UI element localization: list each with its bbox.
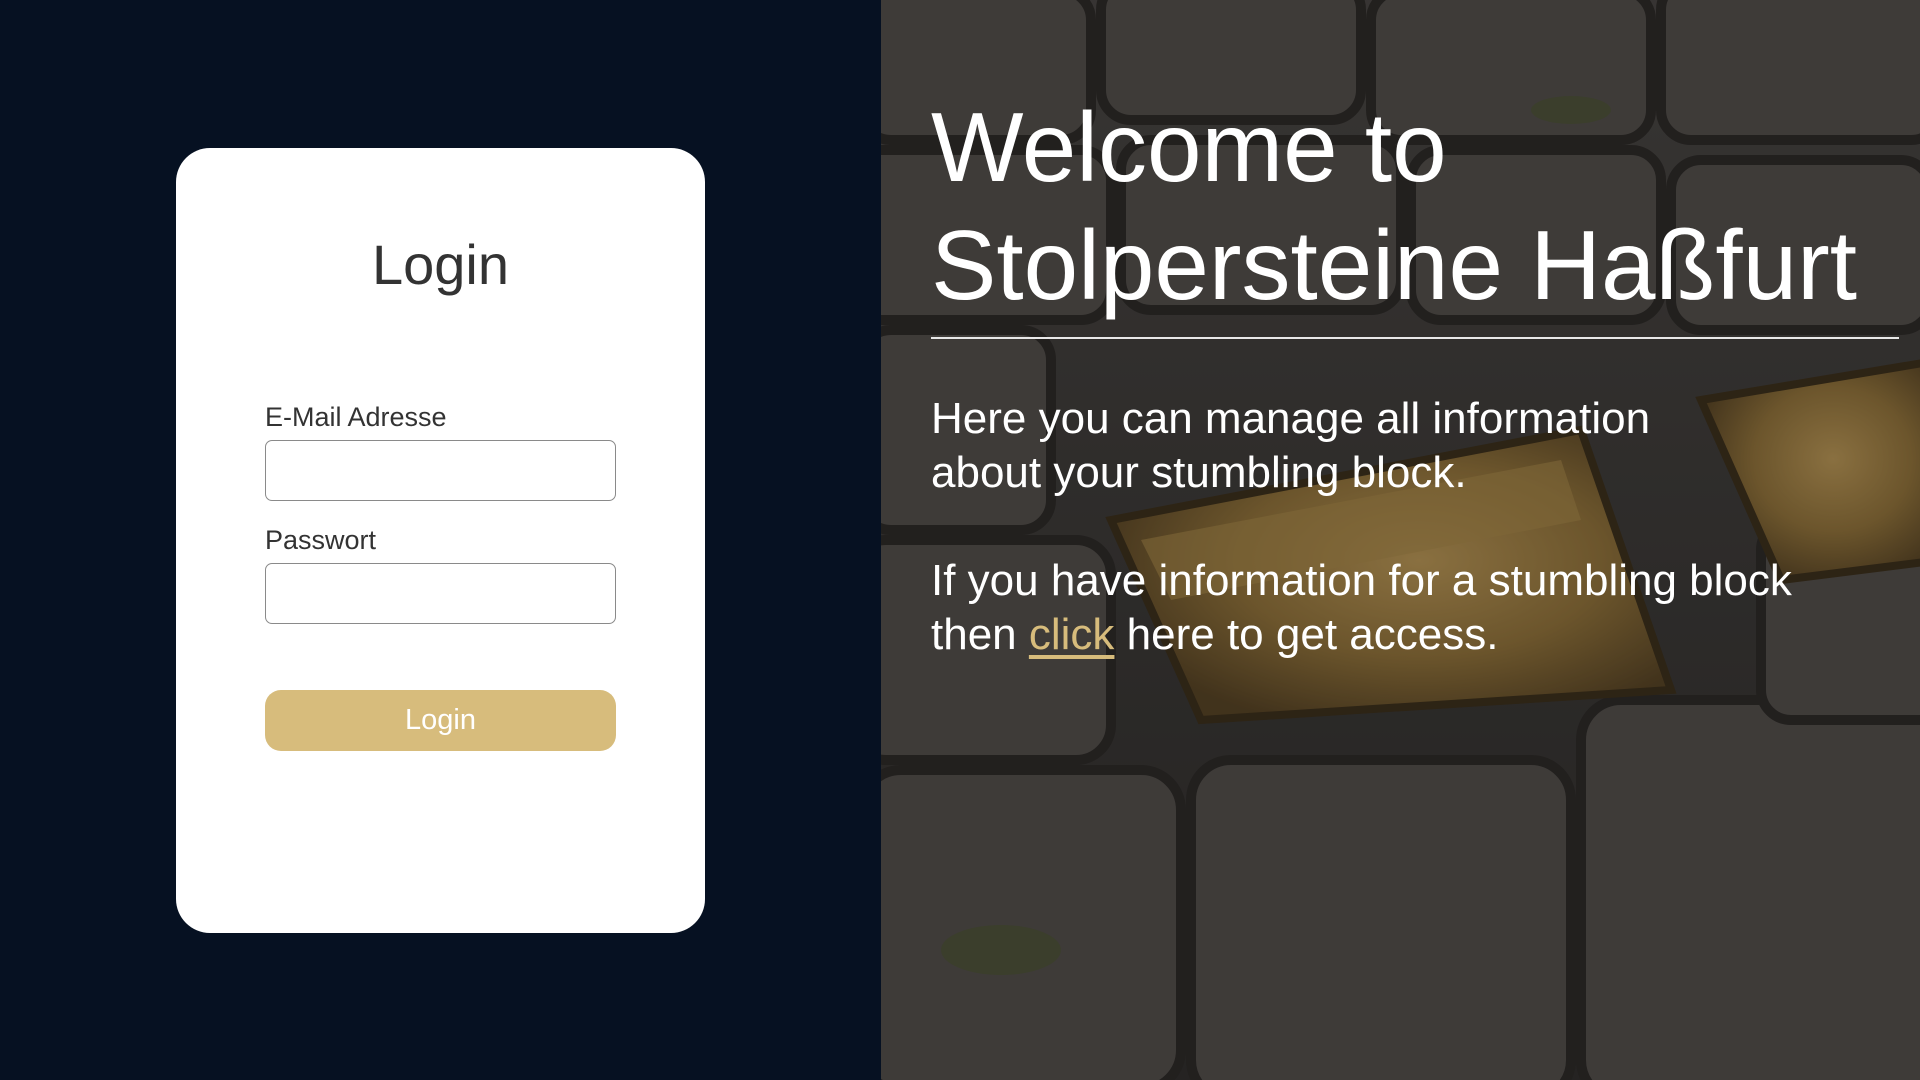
- login-panel: Login E-Mail Adresse Passwort Login: [0, 0, 881, 1080]
- page: Login E-Mail Adresse Passwort Login Welc…: [0, 0, 1920, 1080]
- login-title: Login: [371, 233, 510, 296]
- welcome-heading: Welcome to Stolpersteine Haßfurt: [931, 88, 1911, 324]
- access-prefix: then: [931, 610, 1029, 659]
- email-field[interactable]: [265, 440, 616, 501]
- login-button[interactable]: Login: [265, 690, 616, 751]
- password-label: Passwort: [265, 525, 377, 555]
- heading-divider: [931, 337, 1899, 339]
- welcome-heading-line2: Stolpersteine Haßfurt: [931, 210, 1857, 320]
- access-suffix: here to get access.: [1114, 610, 1499, 659]
- intro-line1: Here you can manage all information: [931, 394, 1651, 443]
- intro-text: Here you can manage all information abou…: [931, 392, 1831, 500]
- email-label: E-Mail Adresse: [265, 402, 447, 432]
- access-line1: If you have information for a stumbling …: [931, 556, 1792, 605]
- intro-line2: about your stumbling block.: [931, 448, 1467, 497]
- access-text: If you have information for a stumbling …: [931, 554, 1891, 662]
- welcome-heading-line1: Welcome to: [931, 92, 1447, 202]
- welcome-panel: Welcome to Stolpersteine Haßfurt Here yo…: [881, 0, 1920, 1080]
- access-click-link[interactable]: click: [1029, 610, 1115, 659]
- password-field[interactable]: [265, 563, 616, 624]
